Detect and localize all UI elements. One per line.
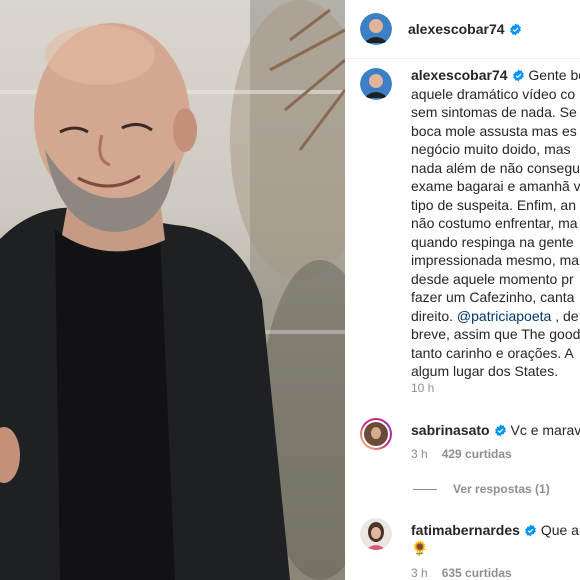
caption-line: alexescobar74 Gente bo [411, 66, 580, 85]
commenter-avatar-sabrinasato[interactable] [360, 418, 392, 450]
author-avatar[interactable] [360, 13, 392, 45]
caption-line: boca mole assusta mas es [411, 122, 577, 139]
post-photo[interactable] [0, 0, 345, 580]
author-username[interactable]: alexescobar74 [408, 21, 522, 37]
view-replies-label[interactable]: Ver respostas (1) [453, 482, 550, 496]
comment-meta: 3 h 429 curtidas [411, 447, 512, 461]
caption-line: desde aquele momento pr [411, 270, 574, 287]
caption-line: impressionada mesmo, ma [411, 252, 580, 268]
view-replies-button[interactable]: Ver respostas (1) [413, 482, 550, 496]
comment-likes[interactable]: 429 curtidas [442, 447, 512, 461]
verified-badge-icon [509, 23, 521, 36]
caption-username[interactable]: alexescobar74 [411, 67, 508, 83]
post-header: alexescobar74 [345, 0, 580, 59]
replies-divider [413, 489, 437, 491]
comment-text: Vc e marav [510, 422, 580, 438]
verified-badge-icon [525, 524, 536, 537]
caption-line: exame bagarai e amanhã v [411, 178, 580, 194]
comment-time[interactable]: 3 h [411, 566, 428, 580]
comment-text: Que al [540, 522, 580, 538]
caption-text: direito. [411, 307, 454, 324]
caption-avatar[interactable] [360, 68, 392, 100]
caption-line: negócio muito doido, mas [411, 141, 571, 157]
caption-line: direito. @patriciapoeta , de [411, 307, 580, 326]
caption-line: algum lugar dos States. [411, 363, 559, 379]
caption-text: , de [555, 307, 579, 324]
caption-line: tanto carinho e orações. A [411, 344, 574, 361]
comment-username[interactable]: sabrinasato [411, 422, 490, 438]
author-username-text[interactable]: alexescobar74 [408, 21, 505, 37]
comment-username[interactable]: fatimabernardes [411, 522, 520, 538]
comment-meta: 3 h 635 curtidas [411, 566, 512, 580]
caption-line: sem sintomas de nada. Se [411, 104, 577, 120]
verified-badge-icon [494, 424, 506, 437]
caption-text: Gente bo [528, 67, 580, 83]
caption-line: aquele dramático vídeo co [411, 85, 576, 102]
caption-line: fazer um Cafezinho, canta [411, 289, 575, 305]
post-timestamp[interactable]: 10 h [411, 381, 434, 395]
post-caption: alexescobar74 Gente bo aquele dramático … [411, 66, 580, 381]
caption-line: breve, assim que The good [411, 326, 580, 342]
post-panel: alexescobar74 alexescobar74 Gente bo aqu… [345, 0, 580, 580]
comment-time[interactable]: 3 h [411, 447, 428, 461]
caption-line: nada além de não consegu [411, 159, 580, 176]
verified-badge-icon [512, 69, 524, 82]
mention-link[interactable]: @patriciapoeta [457, 308, 551, 324]
commenter-avatar-fatimabernardes[interactable] [360, 518, 392, 550]
comment-fatimabernardes: fatimabernardes Que al [411, 522, 580, 538]
sunflower-emoji: 🌻 [411, 540, 429, 556]
comment-sabrinasato: sabrinasato Vc e marav [411, 422, 580, 438]
comment-likes[interactable]: 635 curtidas [442, 566, 512, 580]
caption-line: tipo de suspeita. Enfim, an [411, 196, 576, 213]
caption-line: quando respinga na gente [411, 233, 574, 250]
caption-line: não costumo enfrentar, ma [411, 215, 578, 231]
photo-illustration [0, 0, 345, 580]
